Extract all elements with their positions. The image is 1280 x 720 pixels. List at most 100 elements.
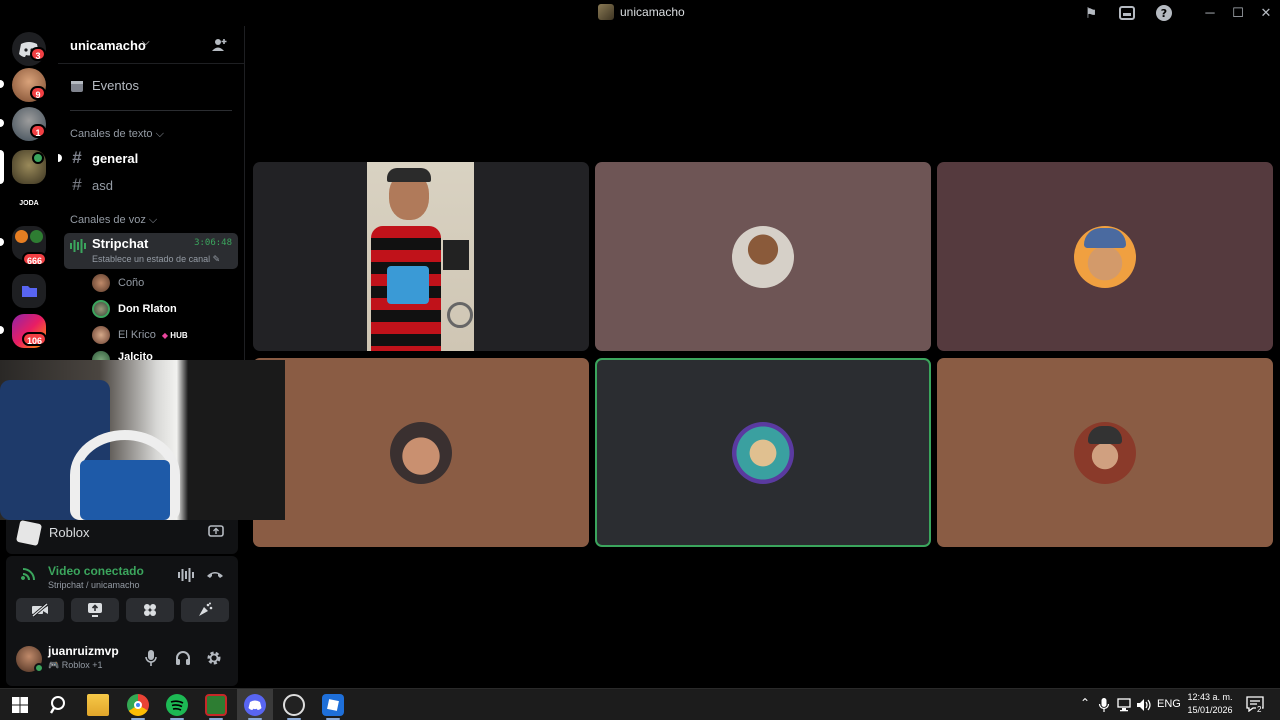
voice-channel-status[interactable]: Establece un estado de canal ✎ bbox=[92, 254, 220, 265]
participant-avatar bbox=[390, 421, 452, 484]
participant-avatar bbox=[732, 225, 794, 288]
text-category[interactable]: Canales de texto ⌵ bbox=[70, 128, 164, 141]
chrome-icon[interactable] bbox=[127, 694, 149, 716]
channel-general[interactable]: # general bbox=[70, 148, 138, 168]
windows-start-icon[interactable] bbox=[9, 694, 31, 716]
server-badge-2: 1 bbox=[30, 124, 46, 138]
settings-gear-icon[interactable] bbox=[206, 650, 222, 666]
voice-user[interactable]: Coño bbox=[92, 274, 144, 292]
screen-share-icon bbox=[88, 603, 102, 617]
window-title: unicamacho bbox=[598, 4, 685, 20]
channel-asd[interactable]: # asd bbox=[70, 175, 113, 195]
video-tile-participant[interactable] bbox=[253, 358, 589, 547]
clock-time: 12:43 a. m. bbox=[1187, 692, 1233, 702]
voice-status-text: Establece un estado de canal bbox=[92, 254, 211, 264]
voice-location[interactable]: Stripchat / unicamacho bbox=[48, 580, 140, 590]
inbox-icon[interactable] bbox=[1118, 4, 1136, 22]
close-icon[interactable]: ✕ bbox=[1256, 3, 1276, 23]
video-tile-stream[interactable] bbox=[253, 162, 589, 351]
notification-count: 2 bbox=[1256, 705, 1263, 714]
disconnect-icon[interactable] bbox=[206, 568, 224, 580]
noise-suppression-icon[interactable] bbox=[178, 568, 194, 582]
minimize-icon[interactable]: ─ bbox=[1200, 3, 1220, 23]
voice-user[interactable]: Jalcito bbox=[92, 351, 153, 360]
avatar bbox=[92, 351, 110, 360]
voice-activity-indicator bbox=[32, 152, 44, 164]
invite-member-icon[interactable] bbox=[210, 36, 228, 54]
participant-avatar bbox=[1074, 421, 1136, 484]
video-tile-participant[interactable] bbox=[595, 162, 931, 351]
events-label: Eventos bbox=[92, 78, 139, 93]
soundboard-icon bbox=[199, 602, 213, 616]
hub-badge: ◆ HUB bbox=[162, 331, 188, 340]
server-icon bbox=[598, 4, 614, 20]
guild-header[interactable]: unicamacho ⌵ bbox=[58, 26, 245, 64]
microphone-icon[interactable] bbox=[145, 650, 157, 666]
title-bar: unicamacho ⚑ ? ─ ☐ ✕ bbox=[0, 0, 1280, 26]
participant-video bbox=[367, 162, 474, 351]
activities-button[interactable] bbox=[126, 598, 174, 622]
discord-window: unicamacho ⚑ ? ─ ☐ ✕ 3 9 1 JODA 666 106 … bbox=[0, 0, 1280, 720]
voice-channel-timer: 3:06:48 bbox=[194, 238, 232, 248]
events-item[interactable]: Eventos bbox=[70, 78, 139, 93]
screen-share-icon[interactable] bbox=[208, 524, 224, 540]
guild-name: unicamacho bbox=[70, 38, 146, 53]
voice-channel-name: Stripchat bbox=[92, 236, 149, 251]
channel-sidebar: unicamacho ⌵ Eventos Canales de texto ⌵ … bbox=[58, 26, 245, 360]
user-activity[interactable]: 🎮 Roblox +1 bbox=[48, 660, 103, 671]
server-badge-futbol: 106 bbox=[22, 332, 48, 346]
video-tile-participant[interactable] bbox=[937, 162, 1273, 351]
clock[interactable]: 12:43 a. m. 15/01/2026 bbox=[1185, 691, 1235, 717]
roblox-studio-icon[interactable] bbox=[322, 694, 344, 716]
volume-icon[interactable] bbox=[1136, 698, 1152, 712]
server-rail: 3 9 1 JODA 666 106 bbox=[0, 26, 58, 360]
selected-pill bbox=[0, 150, 4, 184]
unread-pill bbox=[0, 80, 4, 88]
voice-category[interactable]: Canales de voz ⌵ bbox=[70, 214, 157, 227]
activity-bar[interactable]: Roblox bbox=[6, 519, 238, 554]
camera-off-icon bbox=[32, 602, 48, 618]
search-icon[interactable] bbox=[48, 694, 70, 716]
voice-user[interactable]: Don Rlaton bbox=[92, 300, 177, 318]
obs-icon[interactable] bbox=[283, 694, 305, 716]
user-panel: Roblox Video conectado Stripchat / unica… bbox=[0, 519, 245, 688]
file-explorer-icon[interactable] bbox=[87, 694, 109, 716]
participant-avatar bbox=[1074, 225, 1136, 288]
discord-taskbar-icon[interactable] bbox=[244, 694, 266, 716]
share-screen-button[interactable] bbox=[71, 598, 119, 622]
server-label-joda[interactable]: JODA bbox=[12, 200, 46, 207]
avatar bbox=[92, 274, 110, 292]
network-icon[interactable] bbox=[1116, 698, 1132, 712]
voice-status[interactable]: Video conectado bbox=[48, 564, 144, 578]
calendar-icon bbox=[71, 80, 83, 92]
headphones-icon[interactable] bbox=[175, 650, 191, 666]
language-indicator[interactable]: ENG bbox=[1157, 698, 1181, 710]
voice-user-name: Jalcito bbox=[118, 351, 153, 360]
channel-label: asd bbox=[92, 177, 113, 193]
username[interactable]: juanruizmvp bbox=[48, 644, 119, 658]
avatar bbox=[92, 300, 110, 318]
server-badge-1: 9 bbox=[30, 86, 46, 100]
roblox-icon bbox=[15, 519, 43, 547]
maximize-icon[interactable]: ☐ bbox=[1228, 3, 1248, 23]
unread-pill bbox=[0, 119, 4, 127]
voice-channel-icon bbox=[70, 239, 86, 253]
video-tile-speaking[interactable] bbox=[595, 358, 931, 547]
voice-user-name: Coño bbox=[118, 277, 145, 289]
folder-badge: 666 bbox=[22, 252, 48, 266]
camera-toggle-button[interactable] bbox=[16, 598, 64, 622]
microphone-tray-icon[interactable] bbox=[1098, 698, 1110, 712]
help-icon[interactable]: ? bbox=[1155, 4, 1173, 22]
soundboard-button[interactable] bbox=[181, 598, 229, 622]
activities-icon bbox=[144, 604, 156, 616]
video-tile-participant[interactable] bbox=[937, 358, 1273, 547]
spotify-icon[interactable] bbox=[166, 694, 188, 716]
signal-icon[interactable] bbox=[20, 565, 38, 583]
app-icon[interactable] bbox=[205, 694, 227, 716]
voice-user[interactable]: El Krico ◆ HUB bbox=[92, 326, 188, 344]
folder-icon[interactable] bbox=[12, 274, 46, 308]
chevron-down-icon: ⌵ bbox=[142, 37, 150, 48]
inbox-flag-icon[interactable]: ⚑ bbox=[1082, 4, 1100, 22]
chevron-up-icon[interactable]: ⌃ bbox=[1080, 696, 1090, 710]
voice-channel-stripchat[interactable]: Stripchat 3:06:48 Establece un estado de… bbox=[64, 233, 238, 269]
